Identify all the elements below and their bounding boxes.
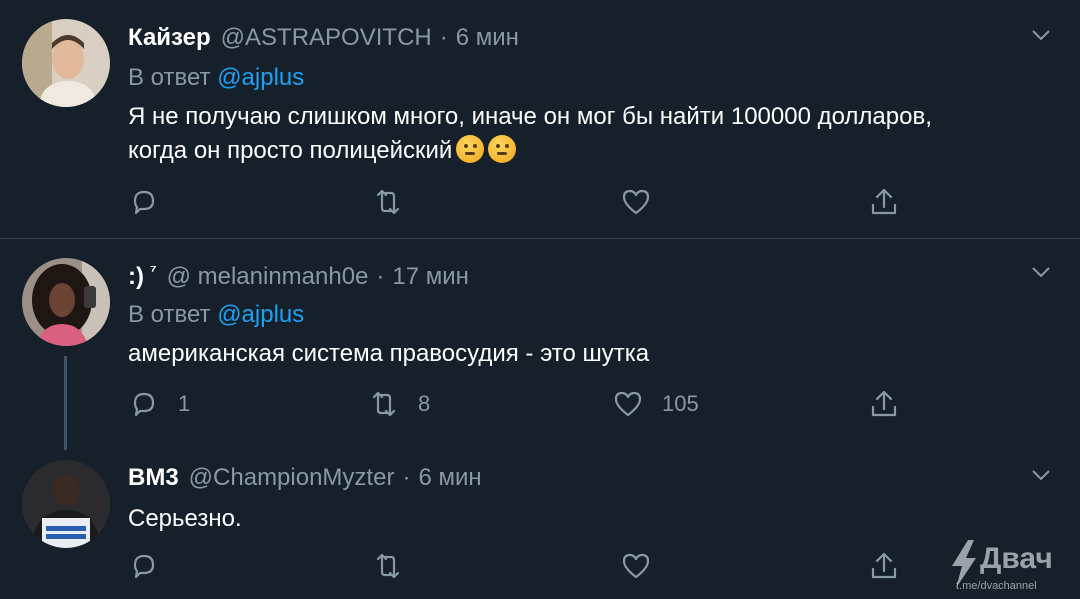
chevron-down-icon[interactable]: [1030, 24, 1052, 46]
tweet[interactable]: :) ⁷ @ melaninmanh0e · 17 мин В ответ @a…: [0, 239, 1080, 451]
tweet-actions: 1 8 105: [128, 388, 928, 424]
retweet-button[interactable]: [372, 186, 422, 218]
avatar[interactable]: [22, 19, 110, 107]
timestamp[interactable]: 6 мин: [456, 24, 519, 52]
like-count: 105: [662, 391, 699, 416]
watermark-title: Двач: [980, 542, 1053, 575]
chevron-down-icon[interactable]: [1030, 464, 1052, 486]
tweet-actions: [128, 186, 928, 222]
separator-dot: ·: [402, 464, 411, 491]
like-button[interactable]: 105: [612, 388, 699, 420]
author-handle[interactable]: @ASTRAPOVITCH: [221, 24, 432, 52]
tweet-text: американская система правосудия - это шу…: [128, 340, 650, 367]
author-name[interactable]: :): [128, 263, 144, 291]
reply-to-link[interactable]: @ajplus: [217, 64, 304, 91]
retweet-button[interactable]: [372, 550, 422, 582]
author-name[interactable]: Кайзер: [128, 24, 211, 52]
retweet-icon: [376, 189, 400, 215]
tweet-text-line: когда он просто полицейский: [128, 134, 1058, 168]
heart-icon: [622, 189, 650, 215]
reply-prefix: В ответ: [128, 64, 211, 91]
separator-dot: ·: [439, 24, 448, 51]
tweet[interactable]: Кайзер @ASTRAPOVITCH · 6 мин В ответ @aj…: [0, 0, 1080, 238]
share-icon: [871, 552, 897, 579]
share-icon: [871, 390, 897, 417]
reply-icon: [133, 190, 155, 215]
reply-prefix: В ответ: [128, 301, 211, 328]
author-handle[interactable]: @ melaninmanh0e: [167, 263, 369, 291]
reply-button[interactable]: [128, 186, 178, 218]
reply-context: В ответ @ajplus: [128, 301, 304, 329]
author-name[interactable]: BM3: [128, 464, 179, 492]
watermark: Двач t.me/dvachannel: [948, 540, 1053, 593]
retweet-button[interactable]: 8: [368, 388, 430, 420]
reply-count: 1: [178, 391, 191, 416]
author-name-badge: ⁷: [149, 263, 157, 280]
reply-icon: [133, 554, 155, 579]
heart-icon: [622, 553, 650, 579]
reply-button[interactable]: [128, 550, 178, 582]
timestamp[interactable]: 6 мин: [418, 464, 481, 492]
reply-context: В ответ @ajplus: [128, 64, 304, 92]
avatar[interactable]: [22, 460, 110, 548]
avatar[interactable]: [22, 258, 110, 346]
thinking-face-emoji: [488, 135, 517, 163]
share-icon: [871, 188, 897, 215]
tweet-actions: [128, 550, 928, 586]
chevron-down-icon[interactable]: [1030, 261, 1052, 283]
watermark-url: t.me/dvachannel: [956, 580, 1037, 592]
reply-to-link[interactable]: @ajplus: [217, 301, 304, 328]
author-handle[interactable]: @ChampionMyzter: [189, 464, 395, 492]
share-button[interactable]: [868, 550, 900, 582]
heart-icon: [614, 391, 642, 417]
tweet-text-line: Я не получаю слишком много, иначе он мог…: [128, 103, 932, 130]
separator-dot: ·: [376, 263, 385, 290]
retweet-count: 8: [418, 391, 431, 416]
share-button[interactable]: [868, 388, 900, 420]
like-button[interactable]: [620, 550, 670, 582]
like-button[interactable]: [620, 186, 670, 218]
retweet-icon: [376, 553, 400, 579]
thread-connector-line: [64, 356, 67, 450]
tweet-text: Серьезно.: [128, 505, 242, 532]
tweet-text-line-2: когда он просто полицейский: [128, 137, 453, 164]
tweet[interactable]: BM3 @ChampionMyzter · 6 мин Серьезно.: [0, 452, 1080, 599]
thinking-face-emoji: [456, 135, 485, 163]
retweet-icon: [372, 391, 396, 417]
tweet-text: Я не получаю слишком много, иначе он мог…: [128, 100, 1058, 168]
reply-button[interactable]: 1: [128, 388, 190, 420]
timestamp[interactable]: 17 мин: [392, 263, 469, 291]
share-button[interactable]: [868, 186, 900, 218]
reply-icon: [133, 392, 155, 417]
